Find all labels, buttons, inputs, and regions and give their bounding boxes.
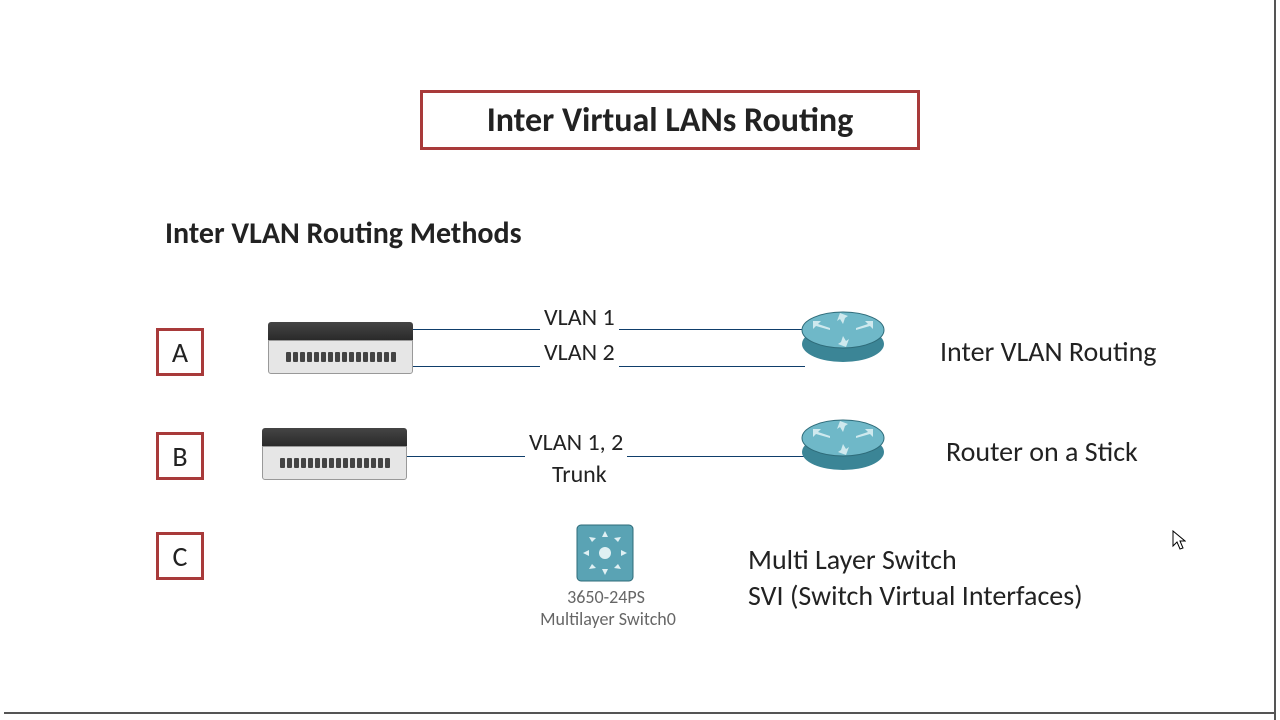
router-icon <box>800 310 886 364</box>
mlswitch-caption-name: Multilayer Switch0 <box>528 608 688 630</box>
slide-right-border <box>1274 0 1276 720</box>
slide-bottom-border <box>4 712 1276 714</box>
method-letter-c: C <box>156 532 204 580</box>
method-label-a: Inter VLAN Routing <box>940 334 1156 369</box>
method-label-c-line2: SVI (Switch Virtual Interfaces) <box>748 578 1083 613</box>
mlswitch-caption-model: 3650-24PS <box>558 586 654 608</box>
mouse-cursor-icon <box>1172 530 1186 550</box>
slide-title: Inter Virtual LANs Routing <box>420 90 920 150</box>
multilayer-switch-icon <box>575 523 635 583</box>
method-letter-a: A <box>156 328 204 376</box>
link-label-vlan12: VLAN 1, 2 <box>525 428 627 457</box>
section-heading: Inter VLAN Routing Methods <box>165 215 522 252</box>
switch-icon <box>268 322 413 374</box>
link-label-trunk: Trunk <box>548 460 611 489</box>
method-letter-b: B <box>156 432 204 480</box>
method-label-c-line1: Multi Layer Switch <box>748 542 957 577</box>
switch-icon <box>262 428 407 480</box>
link-label-vlan2: VLAN 2 <box>540 338 619 367</box>
link-label-vlan1: VLAN 1 <box>540 303 619 332</box>
method-label-b: Router on a Stick <box>946 434 1138 469</box>
router-icon <box>800 418 886 472</box>
